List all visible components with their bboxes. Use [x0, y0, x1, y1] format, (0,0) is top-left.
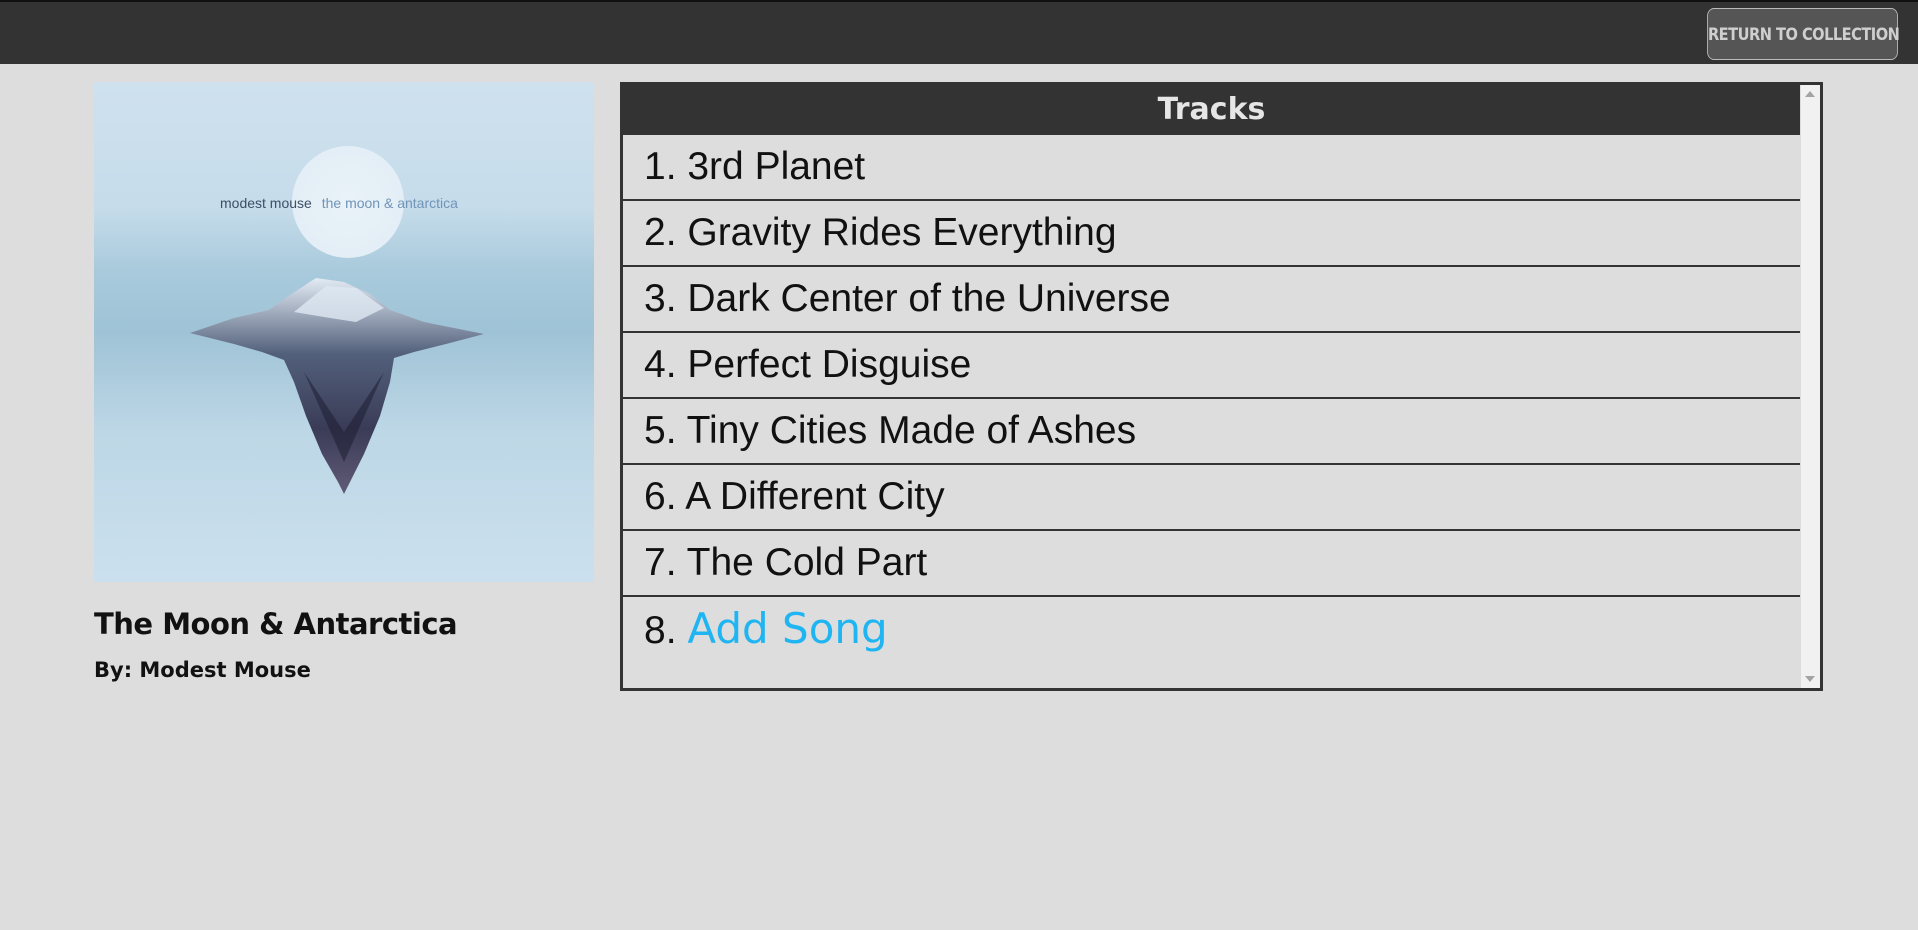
scroll-down-icon[interactable] [1805, 676, 1815, 682]
scroll-up-icon[interactable] [1805, 91, 1815, 97]
track-row[interactable]: 6. A Different City [623, 463, 1800, 529]
track-row[interactable]: 1. 3rd Planet [623, 135, 1800, 199]
track-row[interactable]: 2. Gravity Rides Everything [623, 199, 1800, 265]
return-to-collection-button[interactable]: RETURN TO COLLECTION [1707, 8, 1900, 60]
track-row[interactable]: 4. Perfect Disguise [623, 331, 1800, 397]
tracks-header: Tracks [623, 85, 1800, 135]
album-title: The Moon & Antarctica [94, 607, 458, 641]
track-list: 1. 3rd Planet 2. Gravity Rides Everythin… [623, 135, 1800, 661]
tracks-scrollbar[interactable] [1800, 85, 1820, 688]
album-artist: By: Modest Mouse [94, 658, 311, 682]
add-song-link[interactable]: Add Song [687, 604, 887, 653]
track-row[interactable]: 5. Tiny Cities Made of Ashes [623, 397, 1800, 463]
cover-iceberg-graphic [190, 278, 484, 494]
track-row[interactable]: 3. Dark Center of the Universe [623, 265, 1800, 331]
tracks-panel: Tracks 1. 3rd Planet 2. Gravity Rides Ev… [620, 82, 1823, 691]
add-song-row: 8. Add Song [623, 595, 1800, 661]
add-song-number: 8. [644, 609, 688, 652]
album-cover: modest mouse the moon & antarctica [94, 82, 594, 582]
top-bar: RETURN TO COLLECTION [0, 0, 1918, 64]
track-row[interactable]: 7. The Cold Part [623, 529, 1800, 595]
